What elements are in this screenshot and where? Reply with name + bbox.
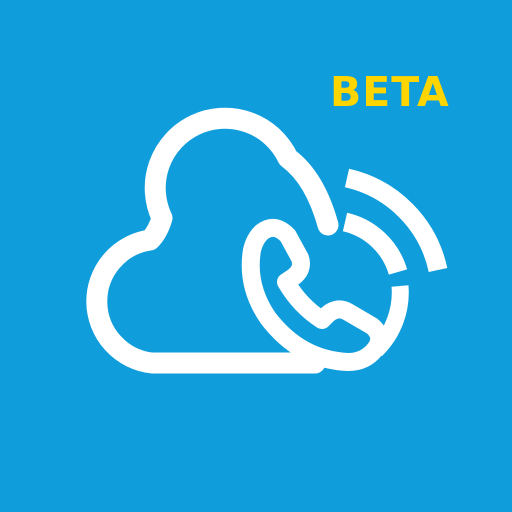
beta-badge: BETA [330, 68, 450, 116]
phone-handset-icon [241, 218, 389, 371]
app-icon: BETA [0, 0, 512, 512]
